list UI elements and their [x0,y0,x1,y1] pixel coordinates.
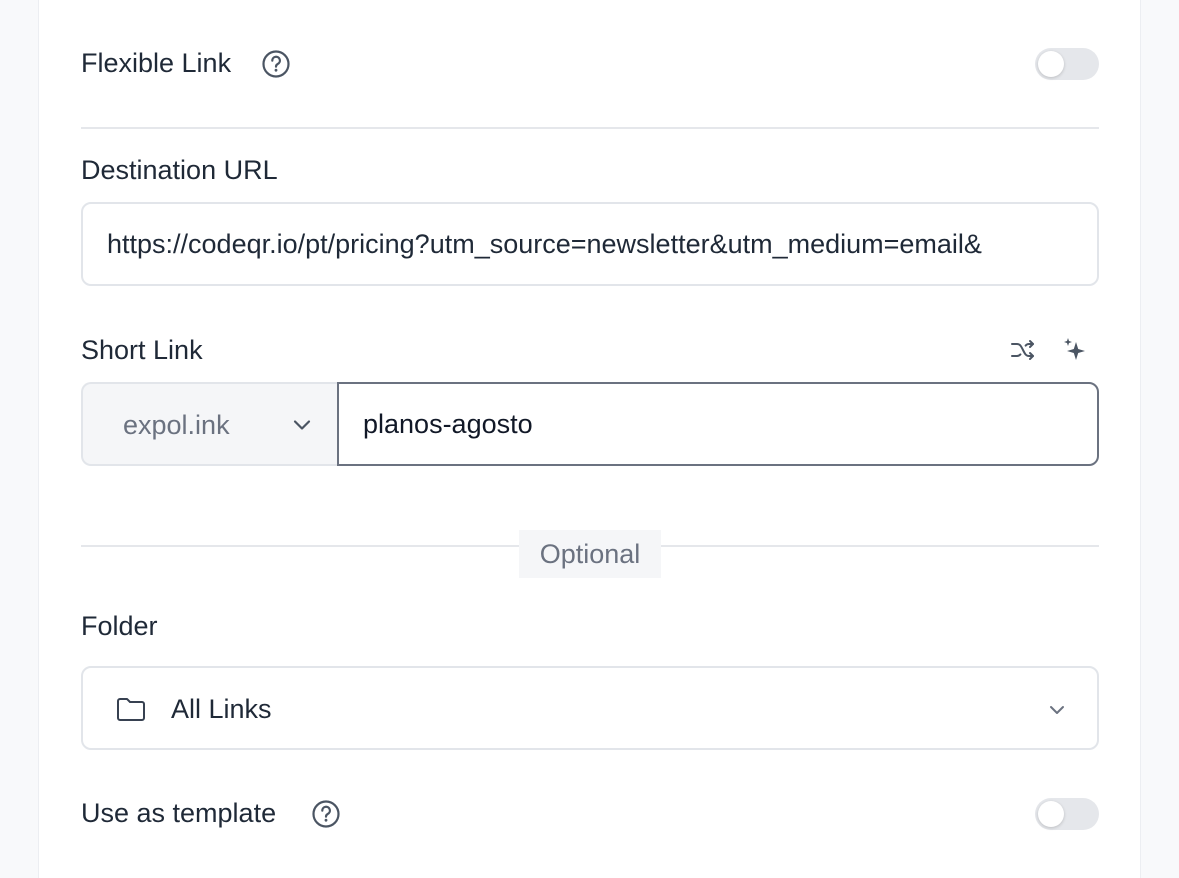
folder-value: All Links [171,694,272,724]
destination-url-input[interactable] [81,202,1099,286]
short-link-label: Short Link [81,335,203,365]
toggle-knob [1038,801,1064,827]
flexible-link-label: Flexible Link [81,48,232,78]
flexible-link-toggle[interactable] [1035,48,1099,80]
optional-section-label: Optional [519,530,661,578]
folder-select[interactable]: All Links [81,666,1099,750]
chevron-down-icon [293,420,311,430]
divider [81,127,1099,129]
toggle-knob [1038,51,1064,77]
folder-icon [117,698,145,721]
short-link-group: expol.ink [81,382,1099,466]
use-as-template-toggle[interactable] [1035,798,1099,830]
shuffle-icon[interactable] [1007,334,1039,366]
sparkles-icon[interactable] [1059,334,1091,366]
destination-url-label: Destination URL [81,155,278,185]
use-as-template-label: Use as template [81,798,277,828]
link-form-panel: Flexible Link Destination URL Short Link… [38,0,1141,878]
chevron-down-icon [1050,706,1064,714]
question-circle-icon[interactable] [311,799,341,829]
short-link-slug-input[interactable] [337,382,1099,466]
domain-value: expol.ink [123,410,230,440]
domain-select[interactable]: expol.ink [81,382,339,466]
question-circle-icon[interactable] [261,49,291,79]
folder-label: Folder [81,611,158,641]
